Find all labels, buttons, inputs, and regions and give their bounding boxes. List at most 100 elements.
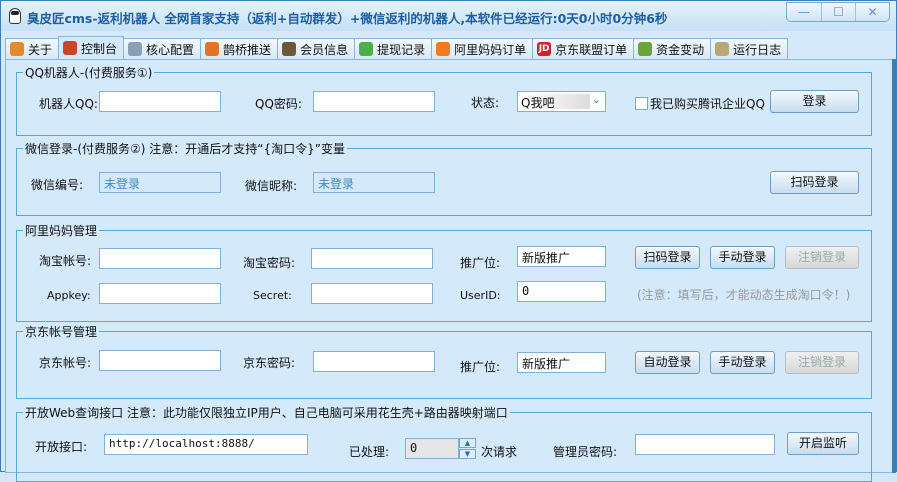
jd-group: 京东帐号管理 京东帐号: 京东密码: 推广位: 新版推广 自动登录 手动登录 注… <box>16 323 872 399</box>
tab-clock[interactable]: 鹊桥推送 <box>200 38 279 59</box>
tab-label: 提现记录 <box>377 42 426 57</box>
status-value: Q我吧 <box>520 94 590 110</box>
taobao-password-label: 淘宝密码: <box>243 256 296 270</box>
userid-label: UserID: <box>460 289 501 302</box>
appkey-input[interactable] <box>99 283 221 304</box>
alimama-manual-login-button[interactable]: 手动登录 <box>710 246 775 269</box>
taobao-account-label: 淘宝帐号: <box>39 254 92 268</box>
minimize-button[interactable]: — <box>787 3 821 21</box>
chevron-down-icon[interactable]: ▼ <box>459 449 476 459</box>
tab-user[interactable]: 会员信息 <box>277 38 356 59</box>
group-title: 微信登录-(付费服务②) 注意：开通后才支持“{淘口令}”变量 <box>23 140 347 157</box>
robot-qq-input[interactable] <box>99 91 221 112</box>
tab-label: 核心配置 <box>146 42 195 57</box>
group-title: 阿里妈妈管理 <box>23 222 100 239</box>
tab-config[interactable]: 核心配置 <box>123 38 202 59</box>
status-select[interactable]: Q我吧 ⌄ <box>517 91 606 112</box>
window-title: 臭皮匠cms-返利机器人 全网首家支持（返利+自动群发）+微信返利的机器人,本软… <box>27 11 668 26</box>
alimama-group: 阿里妈妈管理 淘宝帐号: 淘宝密码: 推广位: 新版推广 扫码登录 手动登录 注… <box>16 222 872 322</box>
tab-label: 鹊桥推送 <box>223 42 272 57</box>
alimama-logout-button[interactable]: 注销登录 <box>785 246 859 269</box>
jd-account-input[interactable] <box>99 350 221 371</box>
qq-login-button[interactable]: 登录 <box>770 90 859 113</box>
api-url-input[interactable]: http://localhost:8888/ <box>104 434 308 455</box>
tab-label: 京东联盟订单 <box>555 42 628 57</box>
enterprise-qq-label: 我已购买腾讯企业QQ <box>650 97 765 111</box>
tab-alimama[interactable]: 阿里妈妈订单 <box>431 38 534 59</box>
taobao-account-input[interactable] <box>99 248 221 269</box>
shield-icon <box>63 41 78 55</box>
taobao-password-input[interactable] <box>311 248 433 269</box>
userid-input[interactable]: 0 <box>517 281 606 302</box>
jd-password-label: 京东密码: <box>243 356 296 370</box>
title-bar: 臭皮匠cms-返利机器人 全网首家支持（返利+自动群发）+微信返利的机器人,本软… <box>1 1 896 31</box>
pid-input[interactable]: 新版推广 <box>517 246 606 267</box>
chevron-up-icon[interactable]: ▲ <box>459 438 476 448</box>
enterprise-qq-checkbox[interactable] <box>635 97 648 110</box>
jd-pid-label: 推广位: <box>460 360 501 374</box>
jd-password-input[interactable] <box>313 351 435 372</box>
app-icon <box>9 8 21 24</box>
start-listen-button[interactable]: 开启监听 <box>787 432 859 455</box>
tab-label: 关于 <box>28 42 53 57</box>
maximize-button[interactable]: ☐ <box>821 3 855 21</box>
admin-password-label: 管理员密码: <box>553 445 618 459</box>
tab-label: 运行日志 <box>733 42 782 57</box>
jd-manual-login-button[interactable]: 手动登录 <box>710 351 775 374</box>
appkey-label: Appkey: <box>47 289 91 302</box>
money-icon <box>638 42 653 56</box>
chevron-down-icon: ⌄ <box>591 93 601 106</box>
jd-account-label: 京东帐号: <box>39 356 92 370</box>
jd-pid-input[interactable]: 新版推广 <box>517 352 606 373</box>
scrollbar-edge <box>892 59 896 473</box>
console-panel: QQ机器人-(付费服务①) 机器人QQ: QQ密码: 状态: Q我吧 ⌄ 我已购买… <box>5 59 894 482</box>
clock-icon <box>205 42 220 56</box>
log-icon <box>715 42 730 56</box>
main-window: 臭皮匠cms-返利机器人 全网首家支持（返利+自动群发）+微信返利的机器人,本软… <box>0 0 897 482</box>
status-label: 状态: <box>471 96 500 110</box>
config-icon <box>128 42 143 56</box>
port-label: 开放接口: <box>35 440 88 454</box>
alimama-icon <box>436 42 451 56</box>
close-button[interactable]: ✕ <box>855 3 889 21</box>
wechat-nick-label: 微信昵称: <box>245 179 298 193</box>
qq-robot-group: QQ机器人-(付费服务①) 机器人QQ: QQ密码: 状态: Q我吧 ⌄ 我已购买… <box>16 64 872 136</box>
wechat-id-field: 未登录 <box>99 172 221 193</box>
wechat-scan-login-button[interactable]: 扫码登录 <box>770 171 859 194</box>
wechat-group: 微信登录-(付费服务②) 注意：开通后才支持“{淘口令}”变量 微信编号: 未登… <box>16 140 872 216</box>
robot-qq-label: 机器人QQ: <box>39 97 98 111</box>
home-icon <box>10 42 24 56</box>
tab-money[interactable]: 资金变动 <box>633 38 712 59</box>
tab-log[interactable]: 运行日志 <box>710 38 789 59</box>
tab-shield[interactable]: 控制台 <box>58 36 125 59</box>
tab-check[interactable]: 提现记录 <box>354 38 433 59</box>
tab-home[interactable]: 关于 <box>5 38 60 59</box>
secret-label: Secret: <box>253 289 292 302</box>
group-title: QQ机器人-(付费服务①) <box>23 64 155 81</box>
tab-label: 资金变动 <box>656 42 705 57</box>
alimama-scan-login-button[interactable]: 扫码登录 <box>635 246 700 269</box>
processed-label: 已处理: <box>349 445 390 459</box>
tab-label: 阿里妈妈订单 <box>454 42 527 57</box>
tab-jd[interactable]: JD 京东联盟订单 <box>532 38 635 59</box>
jd-auto-login-button[interactable]: 自动登录 <box>635 351 700 374</box>
alimama-note: (注意：填写后，才能动态生成淘口令！) <box>637 288 851 302</box>
wechat-nick-field: 未登录 <box>313 172 435 193</box>
processed-unit: 次请求 <box>481 445 518 459</box>
processed-spinner[interactable]: ▲ ▼ <box>459 438 476 459</box>
wechat-id-label: 微信编号: <box>31 178 84 192</box>
tab-bar: 关于 控制台 核心配置 鹊桥推送 会员信息 提现记录 阿里妈妈订单 JD 京东联盟订单 资金变动 运… <box>5 36 789 59</box>
group-title: 开放Web查询接口 注意：此功能仅限独立IP用户、自己电脑可采用花生壳+路由器映… <box>23 404 510 421</box>
qq-password-input[interactable] <box>313 91 435 112</box>
pid-label: 推广位: <box>460 256 501 270</box>
check-icon <box>359 42 374 56</box>
jd-logout-button[interactable]: 注销登录 <box>785 351 859 374</box>
jd-icon: JD <box>537 42 552 56</box>
user-icon <box>282 42 297 56</box>
tab-label: 会员信息 <box>300 42 349 57</box>
secret-input[interactable] <box>311 283 433 304</box>
qq-password-label: QQ密码: <box>255 97 302 111</box>
processed-count: 0 <box>405 438 459 459</box>
tab-label: 控制台 <box>81 41 118 56</box>
admin-password-input[interactable] <box>635 434 775 455</box>
